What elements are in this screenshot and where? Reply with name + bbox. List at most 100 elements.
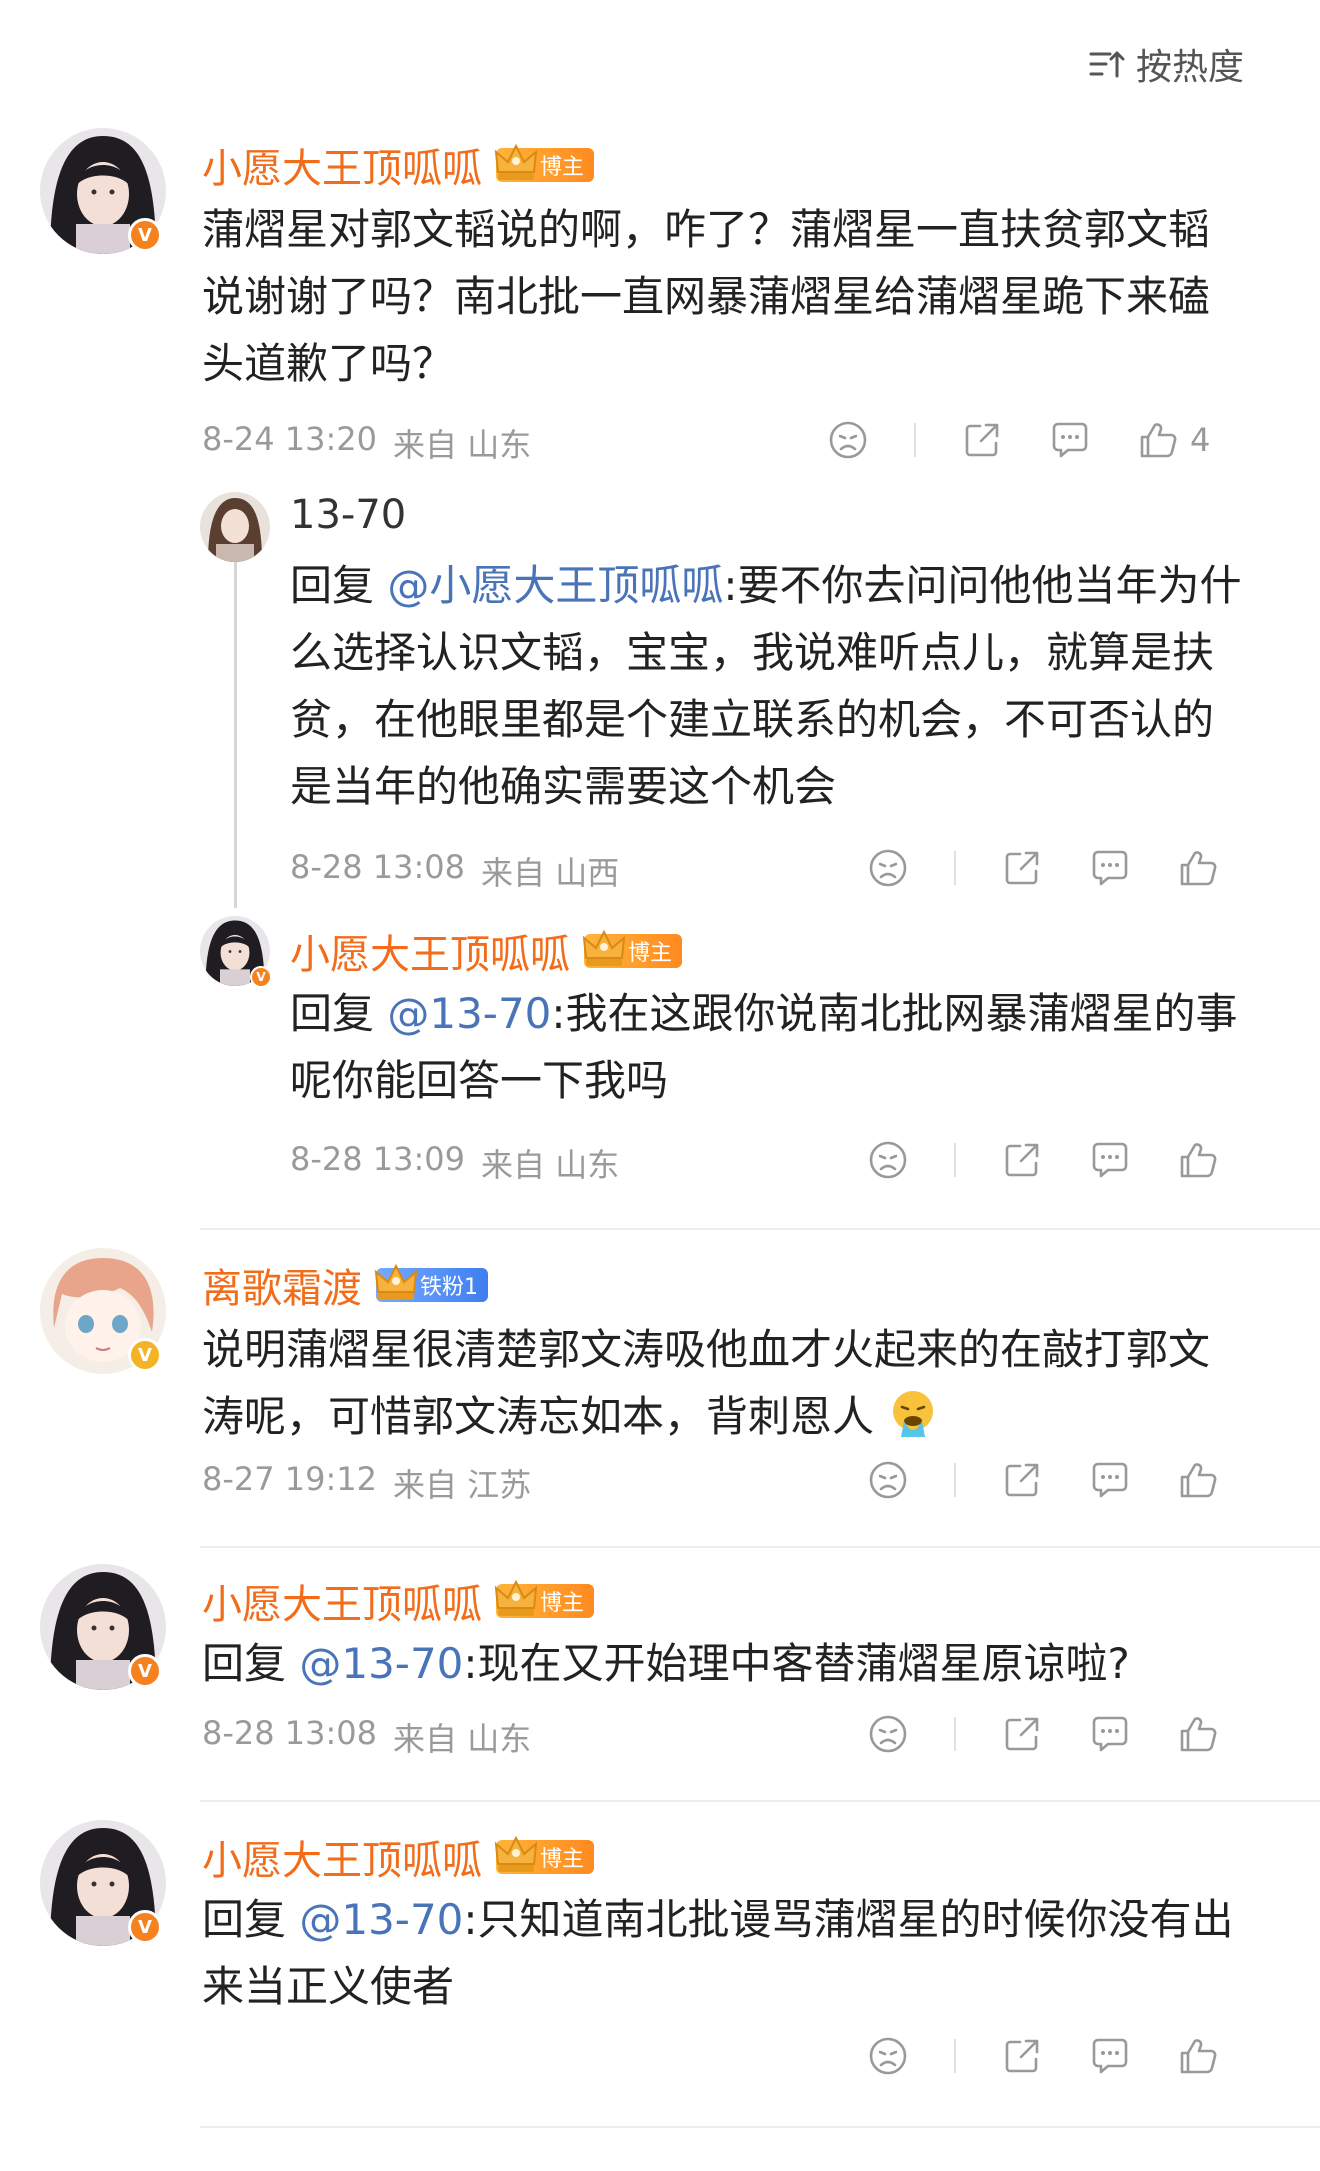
timestamp: 8-28 13:08 — [202, 1714, 378, 1752]
sad-face-icon — [866, 2034, 910, 2078]
like-button[interactable] — [1176, 2034, 1220, 2078]
reply-button[interactable] — [1048, 418, 1092, 462]
username[interactable]: 13-70 — [290, 492, 406, 538]
verified-badge-icon: V — [128, 1338, 162, 1372]
verified-badge-icon: V — [128, 1910, 162, 1944]
like-button[interactable]: 4 — [1136, 418, 1210, 462]
separator — [954, 2039, 956, 2073]
timestamp: 8-28 13:08 — [290, 848, 466, 886]
comment-icon — [1088, 2034, 1132, 2078]
tag-label: 博主 — [628, 941, 673, 966]
crown-icon — [372, 1262, 420, 1306]
thumbs-up-icon — [1176, 1712, 1220, 1756]
mention-link[interactable]: @13-70 — [299, 1639, 463, 1688]
location: 来自 山东 — [393, 426, 532, 464]
comment-text: 回复 @13-70:现在又开始理中客替蒲熠星原谅啦? — [202, 1630, 1242, 1697]
dislike-button[interactable] — [866, 1712, 910, 1756]
share-button[interactable] — [1000, 2034, 1044, 2078]
location: 来自 山东 — [393, 1720, 532, 1758]
sort-label: 按热度 — [1135, 47, 1244, 88]
verified-badge-icon: V — [250, 966, 272, 988]
separator — [914, 423, 916, 457]
location: 来自 山西 — [481, 854, 620, 892]
reply-prefix: 回复 — [202, 1639, 300, 1688]
share-button[interactable] — [1000, 1712, 1044, 1756]
like-count: 4 — [1190, 421, 1211, 459]
timestamp: 8-27 19:12 — [202, 1460, 378, 1498]
reply-prefix: 回复 — [202, 1895, 300, 1944]
reply-button[interactable] — [1088, 846, 1132, 890]
reply-button[interactable] — [1088, 1712, 1132, 1756]
dislike-button[interactable] — [866, 1138, 910, 1182]
share-icon — [1000, 1712, 1044, 1756]
mention-link[interactable]: @小愿大王顶呱呱 — [387, 561, 723, 610]
divider — [200, 1228, 1320, 1230]
thumbs-up-icon — [1136, 418, 1180, 462]
sad-face-icon — [866, 1138, 910, 1182]
like-button[interactable] — [1176, 846, 1220, 890]
dislike-button[interactable] — [866, 2034, 910, 2078]
username[interactable]: 小愿大王顶呱呱 — [202, 1572, 482, 1630]
blogger-tag: 博主 — [496, 1840, 595, 1874]
share-icon — [1000, 1138, 1044, 1182]
blogger-tag: 博主 — [584, 934, 683, 968]
tag-label: 博主 — [540, 1591, 585, 1616]
timestamp: 8-24 13:20 — [202, 420, 378, 458]
like-button[interactable] — [1176, 1712, 1220, 1756]
username[interactable]: 小愿大王顶呱呱 — [202, 136, 482, 194]
username[interactable]: 小愿大王顶呱呱 — [202, 1828, 482, 1886]
timestamp: 8-28 13:09 — [290, 1140, 466, 1178]
comment-icon — [1048, 418, 1092, 462]
dislike-button[interactable] — [826, 418, 870, 462]
comment-icon — [1088, 1138, 1132, 1182]
like-button[interactable] — [1176, 1458, 1220, 1502]
thumbs-up-icon — [1176, 1138, 1220, 1182]
comment-text: 回复 @小愿大王顶呱呱:要不你去问问他他当年为什么选择认识文韬，宝宝，我说难听点… — [290, 552, 1250, 820]
sad-face-icon — [866, 1712, 910, 1756]
reply-button[interactable] — [1088, 1138, 1132, 1182]
comment-icon — [1088, 1712, 1132, 1756]
reply-button[interactable] — [1088, 1458, 1132, 1502]
separator — [954, 1143, 956, 1177]
mention-link[interactable]: @13-70 — [299, 1895, 463, 1944]
blogger-tag: 博主 — [496, 148, 595, 182]
sad-face-icon — [866, 1458, 910, 1502]
comment-icon — [1088, 1458, 1132, 1502]
reply-prefix: 回复 — [290, 561, 388, 610]
thumbs-up-icon — [1176, 846, 1220, 890]
share-button[interactable] — [1000, 1458, 1044, 1502]
location: 来自 江苏 — [393, 1466, 532, 1504]
avatar[interactable] — [200, 492, 270, 562]
fan-level-tag: 铁粉1 — [376, 1268, 488, 1302]
share-button[interactable] — [1000, 1138, 1044, 1182]
reply-prefix: 回复 — [290, 989, 388, 1038]
tag-label: 博主 — [540, 1847, 585, 1872]
blogger-tag: 博主 — [496, 1584, 595, 1618]
username[interactable]: 离歌霜渡 — [202, 1256, 362, 1314]
verified-badge-icon: V — [128, 1654, 162, 1688]
thumbs-up-icon — [1176, 1458, 1220, 1502]
location: 来自 山东 — [481, 1146, 620, 1184]
comment-body: 蒲熠星对郭文韬说的啊，咋了？蒲熠星一直扶贫郭文韬说谢谢了吗？南北批一直网暴蒲熠星… — [202, 205, 1211, 388]
divider — [200, 2126, 1320, 2128]
share-icon — [1000, 846, 1044, 890]
comment-body: 说明蒲熠星很清楚郭文涛吸他血才火起来的在敲打郭文涛呢，可惜郭文涛忘如本，背刺恩人 — [202, 1325, 1211, 1441]
dislike-button[interactable] — [866, 846, 910, 890]
verified-badge-icon: V — [128, 218, 162, 252]
like-button[interactable] — [1176, 1138, 1220, 1182]
reply-button[interactable] — [1088, 2034, 1132, 2078]
dislike-button[interactable] — [866, 1458, 910, 1502]
sad-face-icon — [826, 418, 870, 462]
share-button[interactable] — [960, 418, 1004, 462]
thumbs-up-icon — [1176, 2034, 1220, 2078]
crown-icon — [492, 1578, 540, 1622]
sort-by-hot-button[interactable]: 按热度 — [1086, 38, 1244, 90]
username[interactable]: 小愿大王顶呱呱 — [290, 922, 570, 980]
sad-face-icon — [866, 846, 910, 890]
mention-link[interactable]: @13-70 — [387, 989, 551, 1038]
tag-label: 博主 — [540, 155, 585, 180]
comment-text: 蒲熠星对郭文韬说的啊，咋了？蒲熠星一直扶贫郭文韬说谢谢了吗？南北批一直网暴蒲熠星… — [202, 196, 1232, 397]
vomit-face-emoji — [893, 1391, 934, 1437]
share-button[interactable] — [1000, 846, 1044, 890]
separator — [954, 851, 956, 885]
